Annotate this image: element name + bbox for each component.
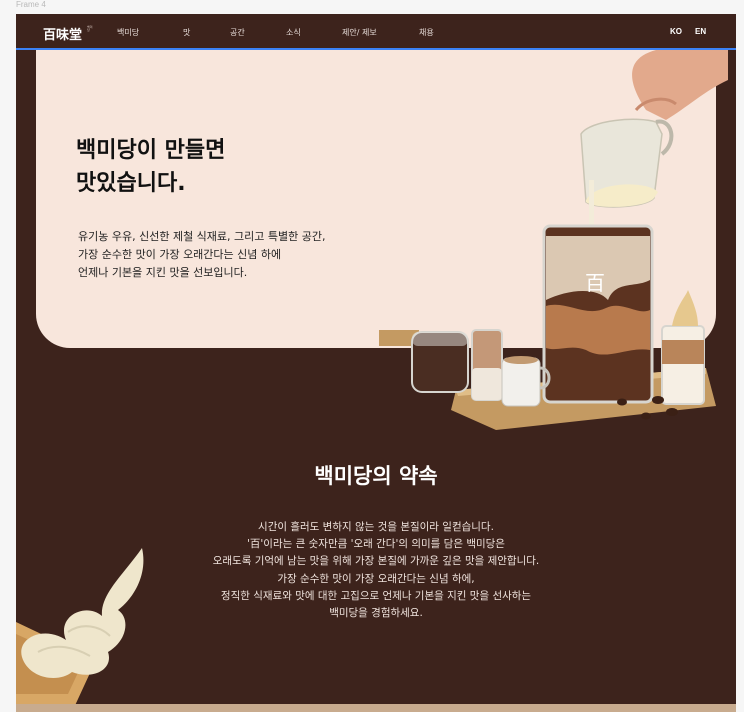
nav-item-baekmidang[interactable]: 백미당 — [117, 27, 139, 38]
cup-logo-mark: 百 — [585, 271, 605, 295]
brand-logo[interactable]: 百味堂 — [43, 24, 82, 43]
frame-label: Frame 4 — [16, 0, 46, 9]
nav-item-taste[interactable]: 맛 — [183, 27, 190, 38]
soft-serve-illustration — [16, 548, 144, 712]
language-en-link[interactable]: EN — [695, 27, 706, 36]
promise-title: 백미당의 약속 — [314, 464, 438, 488]
brand-logo-subtext: 백미당 — [87, 25, 93, 32]
hero-description: 유기농 우유, 신선한 제철 식재료, 그리고 특별한 공간, 가장 순수한 맛… — [78, 230, 326, 279]
bottom-strip — [16, 704, 736, 712]
nav-item-news[interactable]: 소식 — [286, 27, 301, 38]
hero-title: 백미당이 만들면 맛있습니다. — [76, 138, 226, 196]
top-navigation: 百味堂 백미당 백미당 맛 공간 소식 제안/ 제보 채용 KO EN — [16, 14, 736, 50]
nav-item-space[interactable]: 공간 — [230, 27, 245, 38]
page-frame: 百味堂 백미당 백미당 맛 공간 소식 제안/ 제보 채용 KO EN 백미당이… — [16, 14, 736, 712]
nav-item-recruit[interactable]: 채용 — [419, 27, 434, 38]
coffee-drinks-illustration: 百 — [379, 50, 728, 430]
language-ko-link[interactable]: KO — [670, 27, 682, 36]
nav-item-suggestion[interactable]: 제안/ 제보 — [342, 27, 377, 38]
